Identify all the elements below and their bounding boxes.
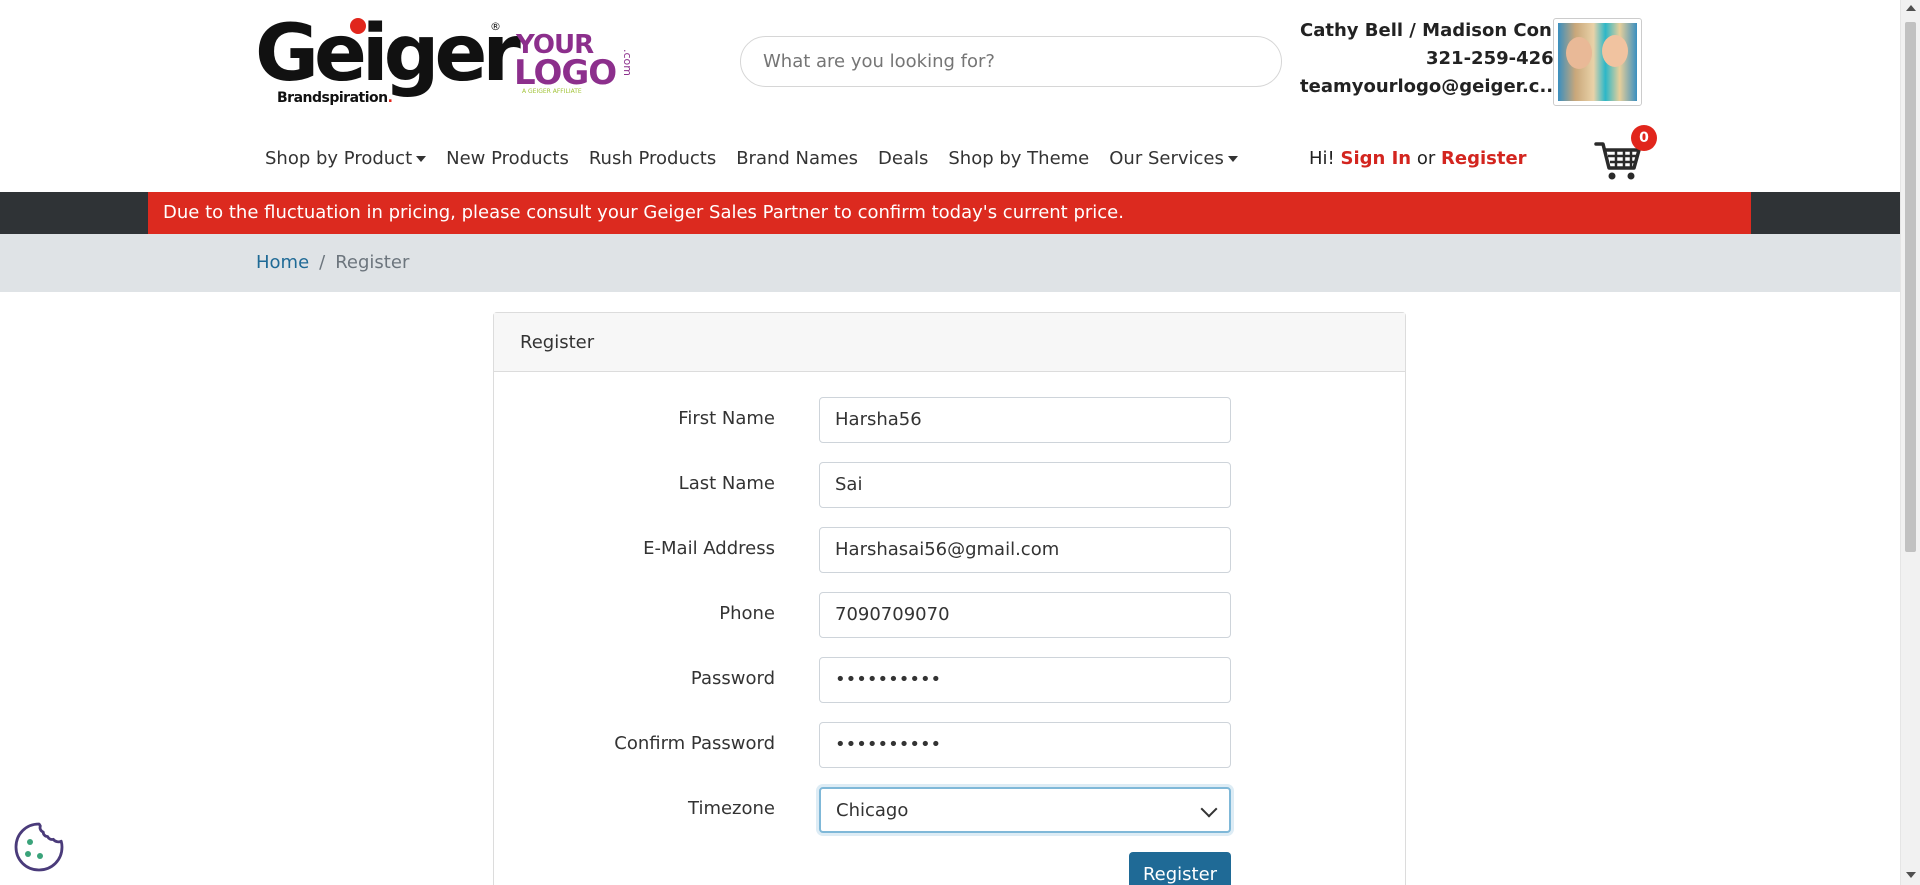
timezone-selected-value: Chicago bbox=[836, 800, 909, 821]
register-card: Register First Name Harsha56 Last Name S… bbox=[493, 312, 1406, 885]
breadcrumb-current: Register bbox=[335, 252, 410, 273]
confirm-password-row: Confirm Password •••••••••• bbox=[494, 722, 1407, 768]
confirm-password-field[interactable]: •••••••••• bbox=[819, 722, 1231, 768]
registered-mark: ® bbox=[490, 20, 501, 33]
first-name-row: First Name Harsha56 bbox=[494, 397, 1407, 443]
nav-label: Our Services bbox=[1109, 148, 1224, 169]
account-links: Hi! Sign In or Register bbox=[1309, 148, 1527, 169]
affiliate-logo-tagline: A GEIGER AFFILIATE bbox=[522, 88, 582, 95]
search-input[interactable] bbox=[740, 36, 1282, 87]
nav-rush-products[interactable]: Rush Products bbox=[589, 148, 716, 169]
phone-row: Phone 7090709070 bbox=[494, 592, 1407, 638]
register-button[interactable]: Register bbox=[1129, 852, 1231, 885]
geiger-logo[interactable]: Geiger ® Brandspiration. bbox=[255, 14, 521, 109]
scroll-thumb[interactable] bbox=[1905, 22, 1916, 552]
nav-label: Rush Products bbox=[588, 148, 717, 169]
affiliate-logo-line2: LOGO bbox=[514, 53, 617, 93]
phone-field[interactable]: 7090709070 bbox=[819, 592, 1231, 638]
email-row: E-Mail Address Harshasai56@gmail.com bbox=[494, 527, 1407, 573]
cookie-settings-icon[interactable] bbox=[12, 820, 66, 874]
timezone-label: Timezone bbox=[688, 798, 775, 819]
nav-label: New Products bbox=[446, 148, 569, 169]
page-scrollbar[interactable] bbox=[1900, 0, 1920, 885]
chevron-down-icon bbox=[1200, 800, 1218, 818]
nav-shop-by-theme[interactable]: Shop by Theme bbox=[948, 148, 1089, 169]
main-nav: Shop by Product New Products Rush Produc… bbox=[265, 148, 1258, 169]
nav-new-products[interactable]: New Products bbox=[446, 148, 569, 169]
nav-our-services[interactable]: Our Services bbox=[1109, 148, 1238, 169]
breadcrumb-separator: / bbox=[319, 252, 326, 273]
geiger-tagline: Brandspiration. bbox=[277, 90, 393, 106]
nav-brand-names[interactable]: Brand Names bbox=[736, 148, 858, 169]
confirm-password-label: Confirm Password bbox=[614, 733, 775, 754]
breadcrumb: Home / Register bbox=[256, 252, 409, 273]
rep-phone[interactable]: 321-259-4266 bbox=[1426, 48, 1566, 69]
last-name-row: Last Name Sai bbox=[494, 462, 1407, 508]
or-text: or bbox=[1416, 148, 1436, 169]
geiger-logo-word: Geiger bbox=[255, 9, 521, 99]
register-link[interactable]: Register bbox=[1441, 148, 1527, 169]
nav-label: Shop by Product bbox=[265, 148, 413, 169]
nav-label: Deals bbox=[878, 148, 929, 169]
last-name-field[interactable]: Sai bbox=[819, 462, 1231, 508]
email-label: E-Mail Address bbox=[643, 538, 775, 559]
nav-deals[interactable]: Deals bbox=[878, 148, 928, 169]
caret-down-icon bbox=[1227, 155, 1238, 162]
password-label: Password bbox=[690, 668, 775, 689]
cart-count-badge: 0 bbox=[1631, 125, 1657, 151]
email-field[interactable]: Harshasai56@gmail.com bbox=[819, 527, 1231, 573]
scroll-up-arrow-icon[interactable] bbox=[1906, 5, 1916, 11]
rep-photo-image bbox=[1558, 23, 1637, 101]
register-card-title: Register bbox=[494, 313, 1405, 372]
nav-label: Brand Names bbox=[736, 148, 859, 169]
phone-label: Phone bbox=[719, 603, 775, 624]
nav-shop-by-product[interactable]: Shop by Product bbox=[265, 148, 427, 169]
rep-email[interactable]: teamyourlogo@geiger.c... bbox=[1300, 76, 1560, 97]
affiliate-logo[interactable]: YOUR LOGO .com A GEIGER AFFILIATE bbox=[512, 26, 634, 96]
breadcrumb-home-link[interactable]: Home bbox=[256, 252, 309, 273]
site-header: Geiger ® Brandspiration. YOUR LOGO .com … bbox=[0, 0, 1900, 192]
nav-label: Shop by Theme bbox=[948, 148, 1090, 169]
password-field[interactable]: •••••••••• bbox=[819, 657, 1231, 703]
last-name-label: Last Name bbox=[678, 473, 775, 494]
first-name-field[interactable]: Harsha56 bbox=[819, 397, 1231, 443]
rep-names: Cathy Bell / Madison Conrads bbox=[1300, 20, 1597, 41]
affiliate-logo-domain: .com bbox=[621, 49, 634, 76]
rep-face-1 bbox=[1566, 37, 1592, 69]
caret-down-icon bbox=[416, 155, 427, 162]
rep-photo bbox=[1553, 18, 1642, 106]
greeting: Hi! bbox=[1309, 148, 1335, 169]
geiger-logo-dot bbox=[350, 18, 366, 34]
timezone-select[interactable]: Chicago bbox=[819, 787, 1231, 833]
password-row: Password •••••••••• bbox=[494, 657, 1407, 703]
timezone-row: Timezone Chicago bbox=[494, 787, 1407, 833]
first-name-label: First Name bbox=[678, 408, 775, 429]
pricing-notice-banner: Due to the fluctuation in pricing, pleas… bbox=[148, 192, 1751, 234]
scroll-down-arrow-icon[interactable] bbox=[1906, 872, 1916, 878]
sign-in-link[interactable]: Sign In bbox=[1341, 148, 1412, 169]
rep-face-2 bbox=[1602, 35, 1628, 67]
